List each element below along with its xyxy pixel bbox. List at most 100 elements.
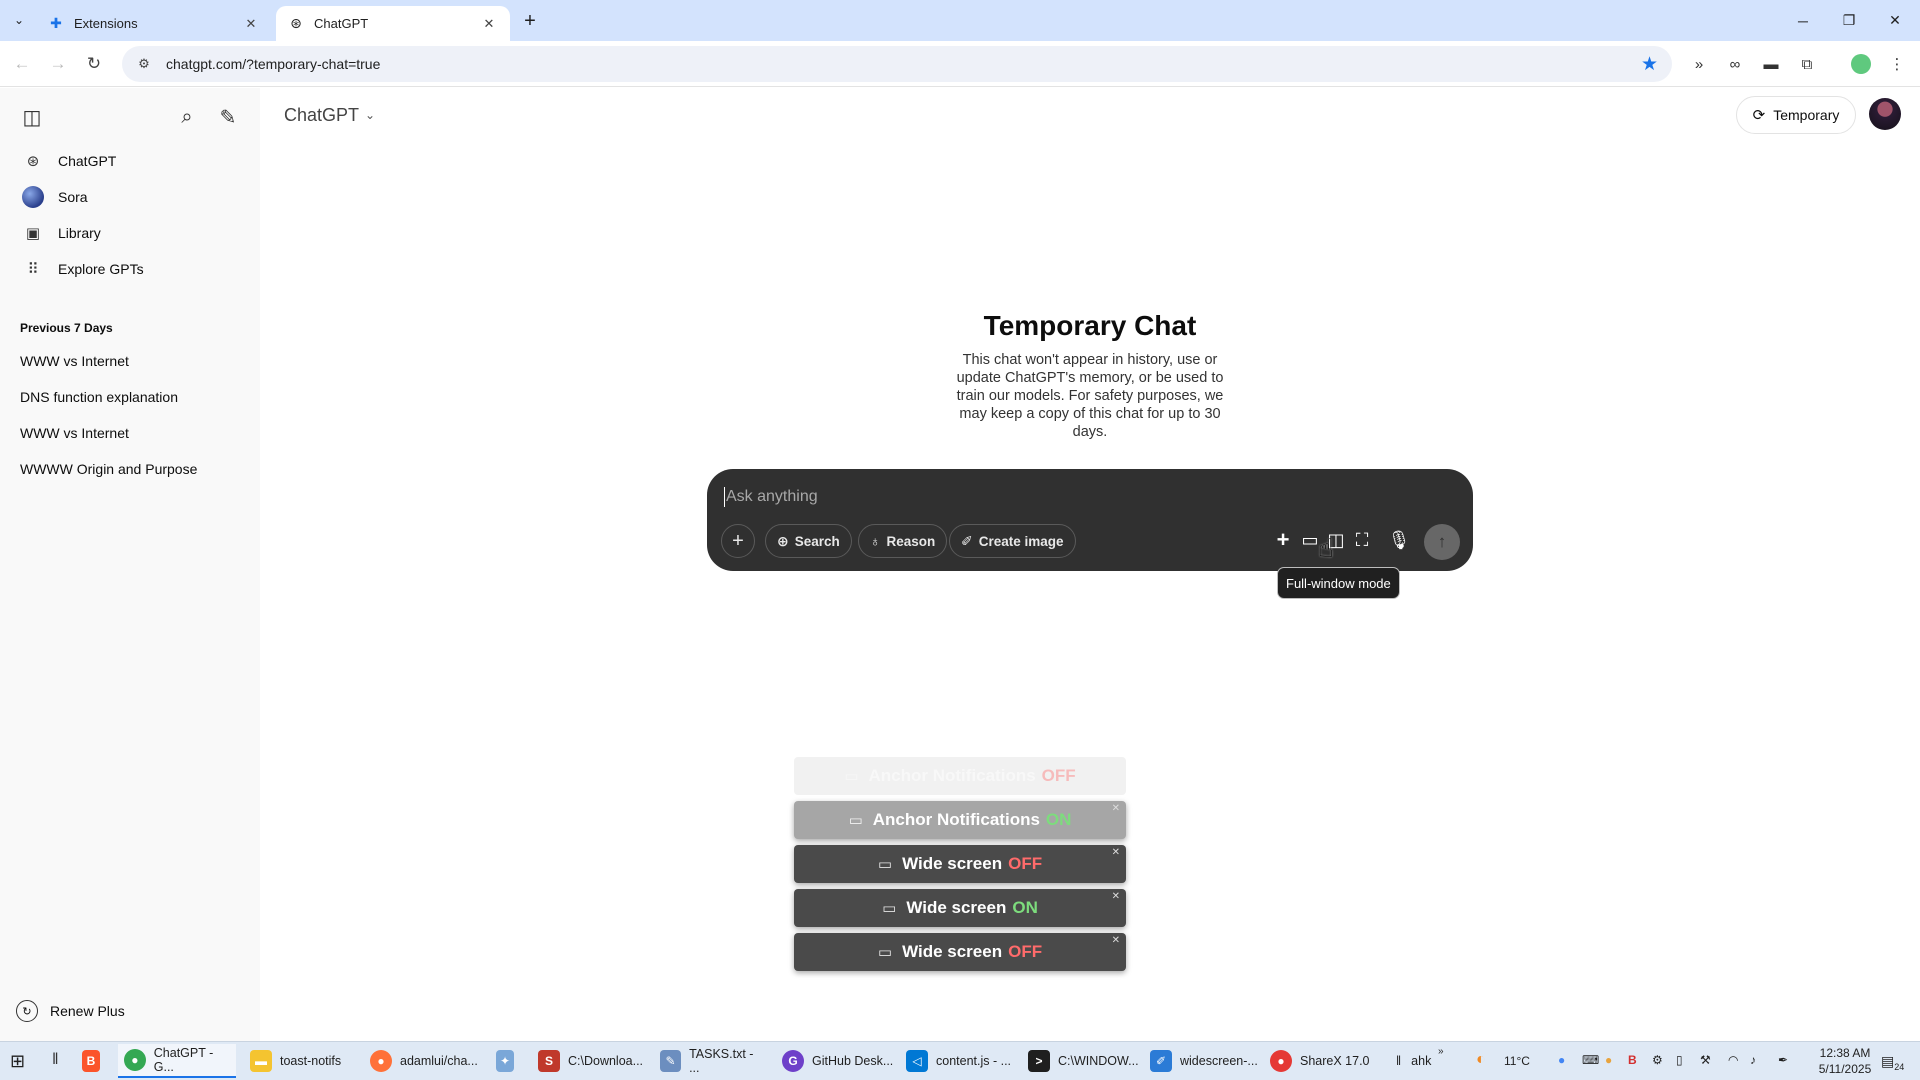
history-item[interactable]: DNS function explanation — [8, 380, 252, 414]
weather-temp[interactable]: 11°C — [1504, 1054, 1530, 1068]
extension-chevrons-icon[interactable]: » — [1686, 51, 1712, 77]
taskbar-item-label: C:\WINDOW... — [1058, 1054, 1139, 1068]
taskbar-item-toast-notifs[interactable]: ▬ toast-notifs — [244, 1044, 354, 1078]
overflow-chevron-icon[interactable]: » — [1438, 1046, 1444, 1057]
site-info-icon[interactable]: ⚙ — [134, 56, 154, 72]
sidebar-item-explore-gpts[interactable]: ⠿ Explore GPTs — [8, 252, 252, 286]
temporary-label: Temporary — [1773, 107, 1840, 123]
windows-start-icon[interactable]: ⊞ — [10, 1051, 25, 1072]
sidebar-item-chatgpt[interactable]: ⊛ ChatGPT — [8, 144, 252, 178]
wifi-icon[interactable]: ◠ — [1728, 1053, 1738, 1067]
tab-label: ChatGPT — [314, 16, 369, 31]
taskbar-item-ahk[interactable]: ‖ ahk — [1390, 1044, 1460, 1078]
bookmark-star-icon[interactable]: ★ — [1641, 53, 1658, 76]
taskbar-item-label: GitHub Desk... — [812, 1054, 894, 1068]
toast-notification: ▭ Anchor Notifications OFF — [794, 757, 1126, 795]
address-bar[interactable]: ⚙ chatgpt.com/?temporary-chat=true ★ — [122, 46, 1672, 82]
extensions-puzzle-icon[interactable]: ⧉ — [1794, 51, 1820, 77]
search-button[interactable]: ⊕ Search — [765, 524, 852, 558]
browser-menu-icon[interactable]: ⋮ — [1884, 51, 1910, 77]
new-chat-icon[interactable]: ✎ — [213, 102, 243, 132]
taskbar-item-sharex[interactable]: ● ShareX 17.0 — [1264, 1044, 1376, 1078]
minimize-icon[interactable]: ─ — [1780, 0, 1826, 41]
toast-text: Wide screen — [906, 898, 1007, 917]
taskbar-item-brave[interactable]: B — [76, 1044, 108, 1078]
globe-icon: ⊕ — [777, 532, 789, 549]
usb-icon[interactable]: ▯ — [1676, 1053, 1683, 1067]
reason-button[interactable]: ♁ Reason — [858, 524, 948, 558]
back-arrow-icon[interactable]: ← — [8, 50, 36, 78]
taskbar-item-label: adamlui/cha... — [400, 1054, 478, 1068]
new-tab-plus-icon[interactable]: + — [518, 9, 542, 33]
task-view-icon[interactable]: ‖ — [52, 1051, 59, 1069]
pen-icon[interactable]: ✒ — [1778, 1053, 1788, 1067]
sidebar-toggle-icon[interactable]: ◫ — [17, 102, 47, 132]
full-window-icon[interactable]: ⛶ — [1350, 528, 1374, 552]
taskbar-item-widescreen[interactable]: ✐ widescreen-... — [1144, 1044, 1260, 1078]
close-icon[interactable]: ✕ — [1112, 847, 1120, 858]
notification-icon[interactable]: ▤24 — [1881, 1053, 1904, 1072]
search-button-label: Search — [794, 533, 840, 549]
chrome-tray-icon[interactable]: ● — [1558, 1053, 1565, 1067]
extension-monitor-icon[interactable]: ▬ — [1758, 51, 1784, 77]
sidebar-item-label: Sora — [58, 189, 88, 205]
tab-extensions[interactable]: ✚ Extensions ✕ — [36, 6, 272, 41]
send-button[interactable]: ↑ — [1424, 524, 1460, 560]
close-icon[interactable]: ✕ — [1112, 803, 1120, 814]
mouse-cursor-icon: ☝ — [1318, 533, 1334, 563]
temporary-chat-button[interactable]: ⟳ Temporary — [1736, 96, 1856, 134]
taskbar-item-vscode[interactable]: ◁ content.js - ... — [900, 1044, 1016, 1078]
reload-icon[interactable]: ↻ — [80, 50, 108, 78]
taskbar-item-downloads[interactable]: S C:\Downloa... — [532, 1044, 644, 1078]
sidebar-item-label: ChatGPT — [58, 153, 117, 169]
close-icon[interactable]: ✕ — [1112, 935, 1120, 946]
microphone-icon[interactable]: 🎙 — [1387, 528, 1411, 552]
monitor-icon: ▭ — [848, 812, 863, 829]
composer: + ⊕ Search ♁ Reason ✐ Create image + ▭ ◫… — [707, 469, 1473, 571]
close-tab-icon[interactable]: ✕ — [242, 15, 260, 33]
taskbar-item-cmd[interactable]: > C:\WINDOW... — [1022, 1044, 1140, 1078]
close-icon[interactable]: ✕ — [1112, 891, 1120, 902]
keyboard-icon[interactable]: ⌨ — [1582, 1053, 1599, 1067]
avatar[interactable] — [1869, 98, 1901, 130]
prompt-input[interactable] — [726, 482, 1326, 512]
paint-icon: ✐ — [1150, 1050, 1172, 1072]
history-item[interactable]: WWW vs Internet — [8, 344, 252, 378]
tab-search-chevron-icon[interactable]: ⌄ — [8, 9, 30, 31]
browser-toolbar: ← → ↻ ⚙ chatgpt.com/?temporary-chat=true… — [0, 41, 1920, 87]
history-item[interactable]: WWWW Origin and Purpose — [8, 452, 252, 486]
taskbar-item-chatgpt[interactable]: ● ChatGPT - G... — [118, 1044, 236, 1078]
history-item[interactable]: WWW vs Internet — [8, 416, 252, 450]
restore-icon[interactable]: ❐ — [1826, 0, 1872, 41]
attach-plus-button[interactable]: + — [721, 524, 755, 558]
close-tab-icon[interactable]: ✕ — [480, 15, 498, 33]
taskbar-item-firefox[interactable]: ● adamlui/cha... — [364, 1044, 484, 1078]
sidebar-item-sora[interactable]: Sora — [8, 180, 252, 214]
tray-tools-icon[interactable]: ⚒ — [1700, 1053, 1711, 1067]
taskbar-item-label: ShareX 17.0 — [1300, 1054, 1370, 1068]
taskbar-item-tasks[interactable]: ✎ TASKS.txt - ... — [654, 1044, 764, 1078]
reason-button-label: Reason — [886, 533, 936, 549]
model-selector[interactable]: ChatGPT ⌄ — [284, 100, 375, 130]
notepad-icon: ✎ — [660, 1050, 682, 1072]
browser-tab-strip: ⌄ ✚ Extensions ✕ ⊛ ChatGPT ✕ + ─ ❐ ✕ — [0, 0, 1920, 41]
close-window-icon[interactable]: ✕ — [1872, 0, 1918, 41]
volume-icon[interactable]: ♪ — [1750, 1053, 1756, 1067]
create-image-button[interactable]: ✐ Create image — [949, 524, 1076, 558]
search-icon[interactable]: ⌕ — [172, 102, 202, 132]
tray-gear-icon[interactable]: ⚙ — [1652, 1053, 1663, 1067]
tray-app-icon[interactable]: ● — [1605, 1053, 1612, 1067]
tab-chatgpt[interactable]: ⊛ ChatGPT ✕ — [276, 6, 510, 41]
renew-plus-button[interactable]: ↻ Renew Plus — [16, 996, 125, 1026]
taskbar-item-github-desktop[interactable]: G GitHub Desk... — [776, 1044, 896, 1078]
tray-b-icon[interactable]: B — [1628, 1053, 1637, 1067]
plus-icon[interactable]: + — [1271, 527, 1295, 552]
sidebar-item-library[interactable]: ▣ Library — [8, 216, 252, 250]
system-clock[interactable]: 12:38 AM 5/11/2025 — [1814, 1045, 1876, 1077]
browser-profile-avatar[interactable] — [1851, 54, 1871, 74]
extension-infinity-icon[interactable]: ∞ — [1722, 51, 1748, 77]
forward-arrow-icon[interactable]: → — [44, 50, 72, 78]
toast-status: ON — [1012, 898, 1038, 917]
taskbar-item-tool[interactable]: ✦ — [490, 1044, 522, 1078]
toast-notification: ▭ Wide screen ON ✕ — [794, 889, 1126, 927]
